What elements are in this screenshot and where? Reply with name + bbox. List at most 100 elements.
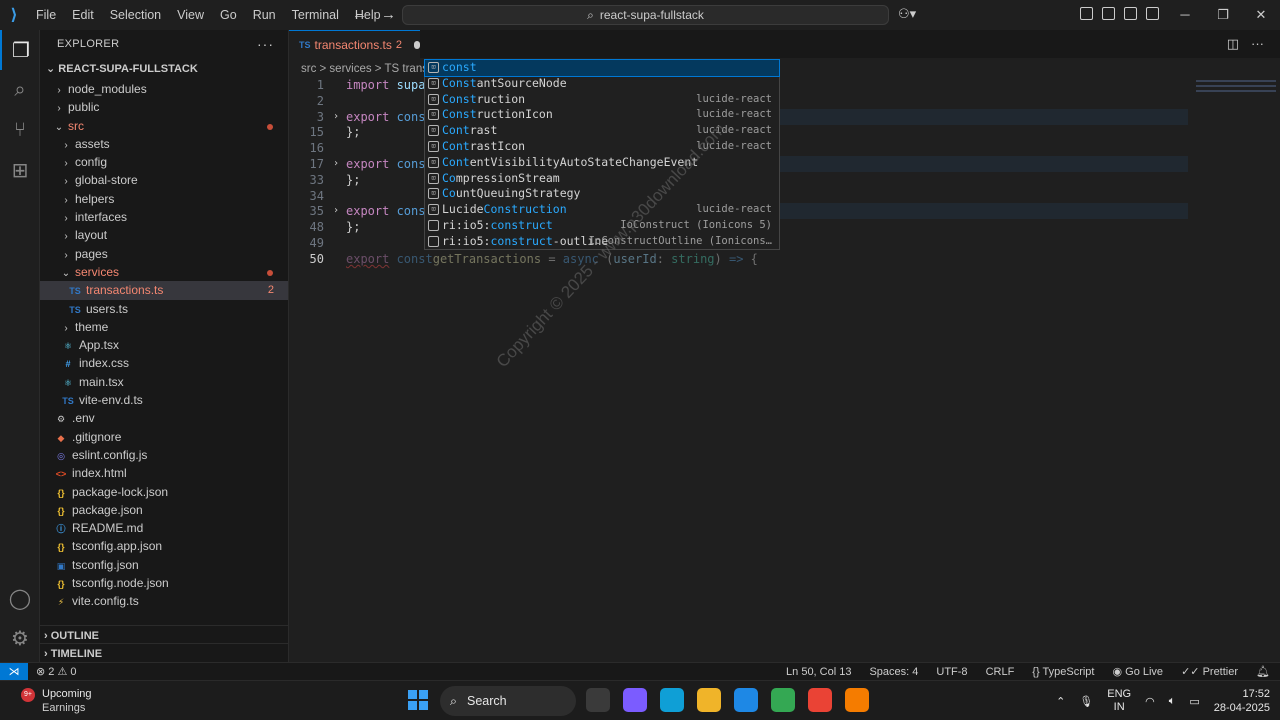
fold-chevron-icon[interactable]: ›	[333, 203, 339, 219]
suggestion-item[interactable]: ⊡ ConstructionIcon lucide-react	[425, 107, 779, 123]
cursor-position[interactable]: Ln 50, Col 13	[786, 663, 851, 681]
tree-item[interactable]: ▣ tsconfig.json	[40, 556, 288, 574]
tree-item[interactable]: {} package-lock.json	[40, 483, 288, 501]
wifi-icon[interactable]: ◠	[1145, 695, 1155, 708]
search-icon[interactable]: ⌕	[0, 70, 40, 110]
prettier-status[interactable]: ✓✓ Prettier	[1181, 663, 1238, 681]
vscode-app-icon[interactable]	[734, 688, 758, 712]
tree-item[interactable]: › layout	[40, 226, 288, 244]
language-indicator[interactable]: ENG IN	[1107, 688, 1131, 714]
tree-item[interactable]: <> index.html	[40, 464, 288, 482]
language-mode[interactable]: {} TypeScript	[1032, 663, 1094, 681]
menu-item-view[interactable]: View	[169, 0, 212, 30]
notifications-bell-icon[interactable]: 🔔︎	[1256, 663, 1270, 681]
tree-item[interactable]: › global-store	[40, 171, 288, 189]
tree-item[interactable]: › config	[40, 153, 288, 171]
customize-layout-icon[interactable]	[1080, 7, 1093, 20]
media-app-icon[interactable]	[845, 688, 869, 712]
tree-item[interactable]: TS users.ts	[40, 300, 288, 318]
suggestion-item[interactable]: ⊡ ContentVisibilityAutoStateChangeEvent	[425, 155, 779, 171]
tree-item[interactable]: ◆ .gitignore	[40, 428, 288, 446]
source-control-icon[interactable]: ⑂	[0, 110, 40, 150]
widgets-button[interactable]: 9+ Upcoming Earnings	[21, 687, 92, 715]
menu-item-selection[interactable]: Selection	[102, 0, 169, 30]
widgets-app-icon[interactable]	[586, 688, 610, 712]
accounts-icon[interactable]: ◯	[0, 578, 40, 618]
go-live-button[interactable]: ◉ Go Live	[1112, 663, 1163, 681]
menu-item-run[interactable]: Run	[245, 0, 284, 30]
clock[interactable]: 17:52 28-04-2025	[1214, 687, 1270, 715]
close-icon[interactable]: ✕	[1242, 0, 1280, 30]
back-arrow-icon[interactable]: ←	[352, 0, 367, 30]
tree-item[interactable]: › theme	[40, 318, 288, 336]
tree-item[interactable]: ⓘ README.md	[40, 519, 288, 537]
tree-item[interactable]: › public	[40, 98, 288, 116]
tree-item[interactable]: {} tsconfig.node.json	[40, 574, 288, 592]
remote-indicator-icon[interactable]: ⋊	[0, 663, 28, 681]
taskbar-search[interactable]: ⌕ Search	[440, 686, 576, 716]
tree-item[interactable]: ⌄ src	[40, 117, 288, 135]
outline-section[interactable]: › OUTLINE	[40, 625, 289, 645]
tree-item[interactable]: › interfaces	[40, 208, 288, 226]
suggestion-item[interactable]: ⊡ CountQueuingStrategy	[425, 186, 779, 202]
tree-item[interactable]: › pages	[40, 245, 288, 263]
suggestion-item[interactable]: ⊡ ContrastIcon lucide-react	[425, 139, 779, 155]
microphone-icon[interactable]: 🎙︎	[1079, 695, 1093, 708]
command-center-search[interactable]: ⌕ react-supa-fullstack	[402, 5, 889, 25]
fold-chevron-icon[interactable]: ›	[333, 109, 339, 125]
copilot-icon[interactable]: ⚇▾	[898, 6, 916, 22]
menu-item-terminal[interactable]: Terminal	[284, 0, 347, 30]
tree-item[interactable]: {} tsconfig.app.json	[40, 537, 288, 555]
code-line[interactable]: 50 export constgetTransactions = async (u…	[289, 251, 1280, 267]
chevron-up-icon[interactable]: ⌃	[1056, 695, 1065, 708]
minimize-icon[interactable]: ─	[1166, 0, 1204, 30]
tree-item[interactable]: TS vite-env.d.ts	[40, 391, 288, 409]
tree-item[interactable]: ◎ eslint.config.js	[40, 446, 288, 464]
more-actions-icon[interactable]: ···	[257, 30, 274, 58]
chrome-icon[interactable]	[771, 688, 795, 712]
suggestion-item[interactable]: ⊡ ConstantSourceNode	[425, 76, 779, 92]
split-editor-icon[interactable]: ◫	[1227, 36, 1239, 52]
extensions-icon[interactable]: ⊞	[0, 150, 40, 190]
line-ending[interactable]: CRLF	[986, 663, 1015, 681]
toggle-sidebar-icon[interactable]	[1102, 7, 1115, 20]
suggestion-item[interactable]: ⊡ LucideConstruction lucide-react	[425, 202, 779, 218]
toggle-secondary-sidebar-icon[interactable]	[1146, 7, 1159, 20]
toggle-panel-icon[interactable]	[1124, 7, 1137, 20]
tree-item[interactable]: ⚛ main.tsx	[40, 373, 288, 391]
encoding[interactable]: UTF-8	[936, 663, 967, 681]
forward-arrow-icon[interactable]: →	[381, 0, 396, 30]
project-root[interactable]: ⌄ REACT-SUPA-FULLSTACK	[40, 58, 288, 80]
tree-item[interactable]: › helpers	[40, 190, 288, 208]
edge-browser-icon[interactable]	[660, 688, 684, 712]
restore-icon[interactable]: ❐	[1204, 0, 1242, 30]
explorer-icon[interactable]: ❐	[0, 30, 40, 70]
settings-gear-icon[interactable]: ⚙	[0, 618, 40, 658]
tree-item[interactable]: › assets	[40, 135, 288, 153]
tree-item[interactable]: ⚡ vite.config.ts	[40, 592, 288, 610]
tree-item[interactable]: TS transactions.ts 2	[40, 281, 288, 300]
tree-item[interactable]: {} package.json	[40, 501, 288, 519]
tree-item[interactable]: › node_modules	[40, 80, 288, 98]
fold-chevron-icon[interactable]: ›	[333, 156, 339, 172]
problems-indicator[interactable]: ⊗ 2 ⚠ 0	[36, 663, 76, 681]
minimap[interactable]	[1196, 80, 1276, 120]
menu-item-edit[interactable]: Edit	[64, 0, 102, 30]
tree-item[interactable]: # index.css	[40, 354, 288, 372]
file-explorer-icon[interactable]	[697, 688, 721, 712]
suggestion-item[interactable]: ⊡ const	[424, 59, 780, 77]
tree-item[interactable]: ⌄ services	[40, 263, 288, 281]
suggestion-item[interactable]: ⊡ Construction lucide-react	[425, 92, 779, 108]
indentation[interactable]: Spaces: 4	[869, 663, 918, 681]
battery-icon[interactable]: ▭	[1189, 695, 1199, 708]
windows-start-icon[interactable]	[408, 690, 428, 710]
chrome-profile-icon[interactable]	[808, 688, 832, 712]
menu-item-file[interactable]: File	[28, 0, 64, 30]
tree-item[interactable]: ⚙ .env	[40, 409, 288, 427]
menu-item-go[interactable]: Go	[212, 0, 245, 30]
unsaved-dot-icon[interactable]	[414, 40, 420, 49]
volume-icon[interactable]: 🔈︎	[1169, 695, 1176, 708]
copilot-app-icon[interactable]	[623, 688, 647, 712]
suggestion-item[interactable]: ⊡ CompressionStream	[425, 171, 779, 187]
more-actions-icon[interactable]: ···	[1251, 36, 1264, 52]
